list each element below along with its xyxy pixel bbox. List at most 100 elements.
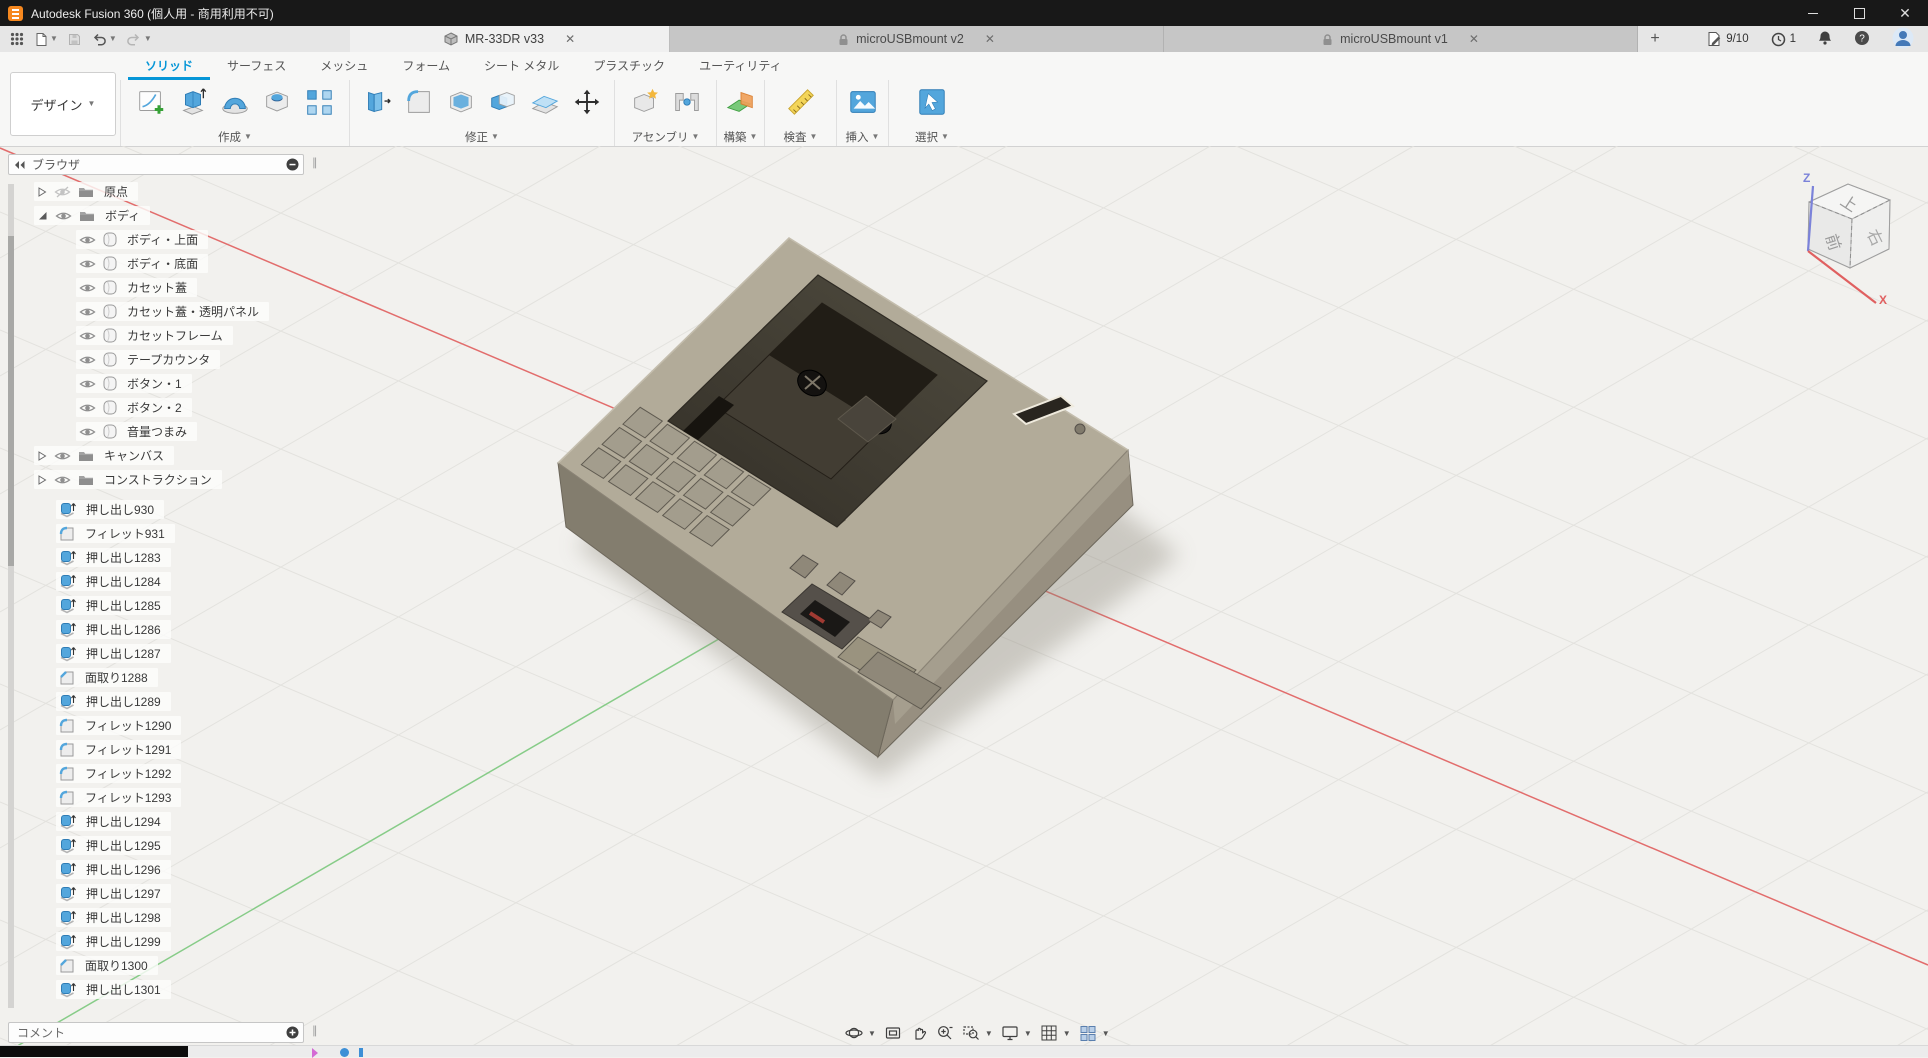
extrude-icon[interactable] (172, 82, 214, 122)
offset-face-icon[interactable] (524, 82, 566, 122)
viewport-canvas[interactable] (0, 146, 1928, 1056)
visibility-on-icon[interactable] (54, 474, 71, 486)
expander-closed-icon[interactable] (37, 186, 47, 198)
feature-item[interactable]: フィレット1290 (56, 716, 181, 735)
feature-item[interactable]: 押し出し1301 (56, 980, 171, 999)
browser-tree-item[interactable]: カセットフレーム (76, 326, 233, 345)
browser-tree-item[interactable]: キャンバス (34, 446, 174, 465)
ribbon-group-label[interactable]: 検査▼ (784, 129, 818, 145)
feature-item[interactable]: 押し出し1299 (56, 932, 171, 951)
ribbon-tab[interactable]: プラスチック (576, 54, 682, 80)
caret-down-icon[interactable]: ▼ (985, 1029, 993, 1038)
timeline-strip[interactable] (0, 1045, 1928, 1057)
browser-tree-item[interactable]: カセット蓋 (76, 278, 197, 297)
ribbon-tab[interactable]: ユーティリティ (682, 54, 799, 80)
feature-item[interactable]: フィレット931 (56, 524, 175, 543)
document-tab[interactable]: MR-33DR v33 ✕ (350, 26, 670, 52)
help-icon[interactable]: ? (1854, 30, 1870, 49)
zoom-window-icon[interactable] (959, 1022, 983, 1044)
timeline-play-marker-icon[interactable] (312, 1048, 318, 1058)
look-at-icon[interactable] (881, 1022, 905, 1044)
viewports-icon[interactable] (1076, 1022, 1100, 1044)
job-status[interactable]: 1 (1771, 32, 1796, 47)
move-icon[interactable] (566, 82, 608, 122)
visibility-on-icon[interactable] (54, 450, 71, 462)
revolve-icon[interactable] (214, 82, 256, 122)
caret-down-icon[interactable]: ▼ (868, 1029, 876, 1038)
expander-open-icon[interactable] (37, 210, 48, 221)
ribbon-group-label[interactable]: 選択▼ (915, 129, 949, 145)
browser-tree-item[interactable]: コンストラクション (34, 470, 222, 489)
feature-item[interactable]: 押し出し1287 (56, 644, 171, 663)
press-pull-icon[interactable] (356, 82, 398, 122)
visibility-on-icon[interactable] (79, 234, 96, 246)
feature-item[interactable]: 押し出し1283 (56, 548, 171, 567)
pan-icon[interactable] (907, 1022, 931, 1044)
browser-tree-item[interactable]: ボタン・2 (76, 398, 192, 417)
new-tab-button[interactable]: + (1638, 26, 1672, 52)
new-component-icon[interactable] (624, 82, 666, 122)
ribbon-tab[interactable]: メッシュ (303, 54, 385, 80)
select-icon[interactable] (911, 82, 953, 122)
browser-panel-header[interactable]: ブラウザ (8, 154, 304, 175)
visibility-on-icon[interactable] (79, 258, 96, 270)
ribbon-tab[interactable]: フォーム (385, 54, 467, 80)
ribbon-group-label[interactable]: 修正▼ (465, 129, 499, 145)
browser-tree-item[interactable]: ボディ (34, 206, 150, 225)
caret-down-icon[interactable]: ▼ (1024, 1029, 1032, 1038)
visibility-on-icon[interactable] (79, 330, 96, 342)
viewcube[interactable]: Z X 上 前 右 (1772, 156, 1922, 306)
feature-item[interactable]: 押し出し1297 (56, 884, 171, 903)
file-menu-icon[interactable]: ▼ (33, 32, 58, 47)
comment-bar[interactable]: コメント (8, 1022, 304, 1043)
fillet-tool-icon[interactable] (398, 82, 440, 122)
feature-item[interactable]: 押し出し1285 (56, 596, 171, 615)
visibility-on-icon[interactable] (79, 426, 96, 438)
feature-item[interactable]: フィレット1293 (56, 788, 181, 807)
orbit-icon[interactable] (842, 1022, 866, 1044)
feature-item[interactable]: フィレット1291 (56, 740, 181, 759)
usage-badge[interactable]: 9/10 (1706, 31, 1748, 47)
panel-resize-grip[interactable]: ∥ (312, 1024, 319, 1037)
tab-close-icon[interactable]: ✕ (1469, 32, 1479, 46)
zoom-icon[interactable] (933, 1022, 957, 1044)
notifications-bell-icon[interactable] (1818, 30, 1832, 48)
ribbon-tab[interactable]: サーフェス (210, 54, 303, 80)
document-tab[interactable]: microUSBmount v1 ✕ (1164, 26, 1638, 52)
minimize-button[interactable] (1790, 0, 1836, 26)
undo-icon[interactable]: ▼ (91, 32, 117, 47)
browser-tree-item[interactable]: ボディ・上面 (76, 230, 208, 249)
feature-item[interactable]: 面取り1300 (56, 956, 158, 975)
maximize-button[interactable] (1836, 0, 1882, 26)
ribbon-group-label[interactable]: 挿入▼ (846, 129, 880, 145)
construction-plane-icon[interactable] (720, 82, 762, 122)
browser-tree-item[interactable]: ボディ・底面 (76, 254, 208, 273)
caret-down-icon[interactable]: ▼ (1102, 1029, 1110, 1038)
insert-icon[interactable] (842, 82, 884, 122)
visibility-on-icon[interactable] (79, 282, 96, 294)
ribbon-group-label[interactable]: 構築▼ (724, 129, 758, 145)
expander-closed-icon[interactable] (37, 450, 47, 462)
feature-item[interactable]: 面取り1288 (56, 668, 158, 687)
caret-down-icon[interactable]: ▼ (1063, 1029, 1071, 1038)
feature-item[interactable]: 押し出し1296 (56, 860, 171, 879)
visibility-on-icon[interactable] (55, 210, 72, 222)
visibility-off-icon[interactable] (54, 186, 71, 198)
visibility-on-icon[interactable] (79, 306, 96, 318)
joint-icon[interactable] (666, 82, 708, 122)
measure-icon[interactable] (780, 82, 822, 122)
redo-icon[interactable]: ▼ (126, 32, 152, 47)
feature-item[interactable]: 押し出し1284 (56, 572, 171, 591)
feature-item[interactable]: 押し出し1295 (56, 836, 171, 855)
save-icon[interactable] (67, 32, 82, 47)
add-comment-icon[interactable] (286, 1026, 299, 1039)
tab-close-icon[interactable]: ✕ (565, 32, 575, 46)
expander-closed-icon[interactable] (37, 474, 47, 486)
feature-item[interactable]: フィレット1292 (56, 764, 181, 783)
app-grid-menu-icon[interactable] (10, 32, 24, 46)
tab-close-icon[interactable]: ✕ (985, 32, 995, 46)
browser-tree-item[interactable]: 原点 (34, 182, 138, 201)
create-sketch-icon[interactable] (130, 82, 172, 122)
browser-tree-item[interactable]: ボタン・1 (76, 374, 192, 393)
remove-panel-icon[interactable] (286, 158, 299, 171)
